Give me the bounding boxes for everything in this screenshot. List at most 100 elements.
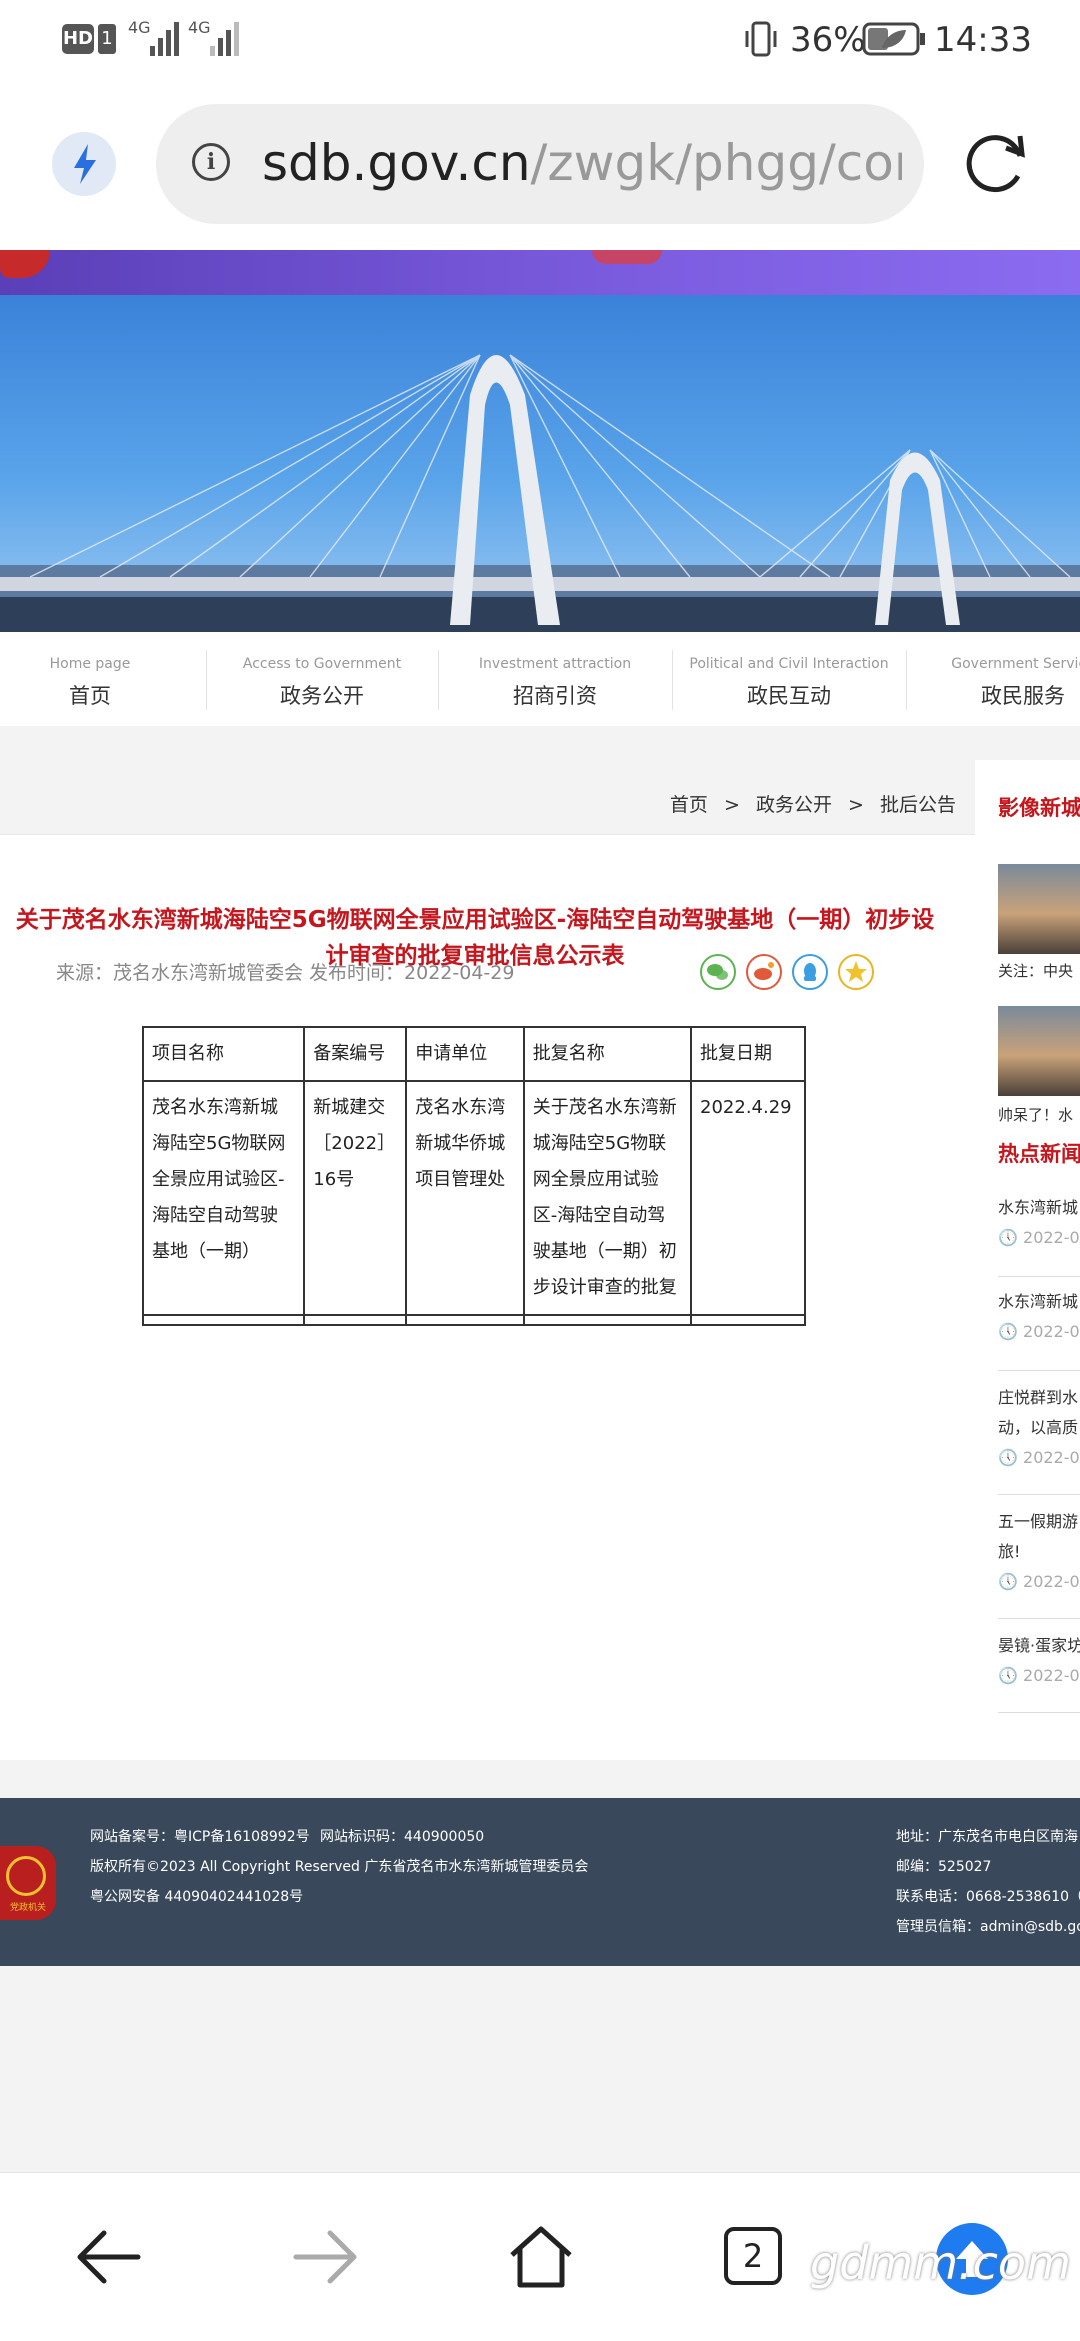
- url-text[interactable]: sdb.gov.cn/zwgk/phgg/conter: [262, 134, 902, 192]
- news-date: 🕔 2022-0: [998, 1223, 1080, 1253]
- clock-icon: 🕔: [998, 1666, 1018, 1685]
- logo-partial: [592, 250, 662, 264]
- emblem-text: 党政机关: [9, 1903, 46, 1913]
- nav-investment[interactable]: Investment attraction 招商引资: [438, 632, 672, 726]
- news-date-text: 2022-0: [1023, 1666, 1080, 1685]
- nav-service-en: Government Service: [951, 656, 1080, 672]
- breadcrumb: 首页 > 政务公开 > 批后公告: [670, 790, 956, 817]
- table-cell-applicant: 茂名水东湾新城华侨城项目管理处: [405, 1080, 525, 1316]
- nav-gov-affairs[interactable]: Access to Government 政务公开: [206, 632, 438, 726]
- news-date-text: 2022-0: [1023, 1322, 1080, 1341]
- footer-address: 地址：广东茂名市电白区南海: [896, 1829, 1078, 1845]
- news-item[interactable]: 水东湾新城 🕔 2022-0: [998, 1287, 1080, 1347]
- footer-postcode: 邮编：525027: [896, 1859, 992, 1875]
- table-header: 批复名称: [522, 1026, 693, 1082]
- site-header-strip: [0, 250, 1080, 295]
- nav-service[interactable]: Government Service 政民服务: [906, 632, 1080, 726]
- nav-investment-en: Investment attraction: [478, 656, 632, 672]
- url-path: /zwgk/phgg/conter: [530, 134, 902, 192]
- reload-icon[interactable]: [958, 126, 1034, 202]
- divider: [998, 1494, 1080, 1495]
- news-title: 晏镜·蛋家坊: [998, 1636, 1080, 1655]
- image-thumbnail[interactable]: [998, 1006, 1080, 1096]
- footer-email[interactable]: 管理员信箱：admin@sdb.gov: [896, 1916, 1080, 1936]
- news-date-text: 2022-0: [1023, 1572, 1080, 1591]
- sidebar-image-title: 影像新城: [998, 796, 1080, 820]
- network-type-2: 4G: [188, 18, 211, 37]
- article-meta: 来源：茂名水东湾新城管委会 发布时间：2022-04-29: [56, 962, 515, 984]
- status-bar: HD 1 4G 4G 36% 14:33: [0, 0, 1080, 80]
- bridge-illustration: [0, 354, 1080, 632]
- breadcrumb-separator: >: [848, 794, 864, 816]
- bolt-icon[interactable]: [52, 132, 116, 196]
- divider: [998, 1618, 1080, 1619]
- nav-interaction-en: Political and Civil Interaction: [689, 656, 889, 672]
- battery-percent: 36%: [790, 20, 866, 60]
- news-date-text: 2022-0: [1023, 1228, 1080, 1247]
- approval-info-table: 项目名称 备案编号 申请单位 批复名称 批复日期 茂名水东湾新城海陆空5G物联网…: [141, 1026, 806, 1326]
- news-title: 庄悦群到水: [998, 1388, 1079, 1407]
- breadcrumb-separator: >: [723, 794, 740, 816]
- nav-interaction[interactable]: Political and Civil Interaction 政民互动: [672, 632, 906, 726]
- clock-icon: 🕔: [998, 1448, 1018, 1467]
- news-item[interactable]: 五一假期游 旅! 🕔 2022-0: [998, 1507, 1080, 1597]
- breadcrumb-current[interactable]: 批后公告: [880, 794, 956, 816]
- image-caption[interactable]: 关注：中央: [998, 960, 1073, 981]
- weibo-share-icon[interactable]: [746, 954, 782, 990]
- main-nav: Home page 首页 Access to Government 政务公开 I…: [0, 632, 1080, 726]
- table-cell-date: 2022.4.29: [690, 1080, 806, 1316]
- sidebar: 影像新城 关注：中央 帅呆了！水 热点新闻 水东湾新城 🕔 2022-0 水东湾…: [975, 760, 1080, 1760]
- divider: [998, 1712, 1080, 1713]
- clock: 14:33: [934, 20, 1032, 60]
- breadcrumb-section[interactable]: 政务公开: [756, 794, 832, 816]
- site-footer: 网站备案号：粤ICP备16108992号 网站标识码：440900050 版权所…: [0, 1798, 1080, 1966]
- image-thumbnail[interactable]: [998, 864, 1080, 954]
- gov-emblem[interactable]: 党政机关: [0, 1846, 56, 1920]
- hd-badge: HD: [62, 24, 94, 54]
- site-id: 网站标识码：440900050: [320, 1829, 485, 1845]
- forward-arrow-icon[interactable]: [290, 2225, 360, 2289]
- copyright: 版权所有©2023 All Copyright Reserved 广东省茂名市水…: [90, 1859, 589, 1875]
- nav-gov-affairs-cn: 政务公开: [280, 684, 364, 708]
- table-header: 备案编号: [303, 1026, 408, 1082]
- wechat-share-icon[interactable]: [700, 954, 736, 990]
- news-item[interactable]: 水东湾新城 🕔 2022-0: [998, 1193, 1080, 1253]
- image-caption[interactable]: 帅呆了！水: [998, 1104, 1073, 1125]
- favorite-star-icon[interactable]: [838, 954, 874, 990]
- news-title-line2: 动，以高质: [998, 1418, 1079, 1437]
- network-type-1: 4G: [128, 18, 151, 37]
- nav-home-en: Home page: [49, 656, 131, 672]
- back-arrow-icon[interactable]: [74, 2225, 144, 2289]
- divider: [998, 1370, 1080, 1371]
- info-icon[interactable]: i: [192, 143, 230, 181]
- watermark: gdmm.com: [810, 2236, 1071, 2290]
- icp-record[interactable]: 网站备案号：粤ICP备16108992号: [90, 1826, 310, 1846]
- news-title: 五一假期游: [998, 1512, 1079, 1531]
- table-header: 批复日期: [690, 1026, 806, 1082]
- party-emblem: [0, 250, 50, 278]
- table-cell-approval-name: 关于茂名水东湾新城海陆空5G物联网全景应用试验区-海陆空自动驾驶基地（一期）初步…: [522, 1080, 693, 1316]
- table-row: 茂名水东湾新城海陆空5G物联网全景应用试验区-海陆空自动驾驶基地（一期） 新城建…: [141, 1080, 806, 1316]
- table-empty-row: [141, 1314, 806, 1326]
- news-title: 水东湾新城: [998, 1292, 1079, 1311]
- nav-gov-affairs-en: Access to Government: [242, 656, 402, 672]
- home-icon[interactable]: [506, 2221, 576, 2291]
- news-item[interactable]: 晏镜·蛋家坊 🕔 2022-0: [998, 1631, 1080, 1691]
- signal-icon: [210, 20, 240, 56]
- table-cell-project: 茂名水东湾新城海陆空5G物联网全景应用试验区-海陆空自动驾驶基地（一期）: [141, 1080, 306, 1316]
- nav-home[interactable]: Home page 首页: [0, 632, 180, 726]
- news-date: 🕔 2022-0: [998, 1443, 1080, 1473]
- divider: [998, 1276, 1080, 1277]
- nav-service-cn: 政民服务: [981, 684, 1065, 708]
- url-host: sdb.gov.cn: [262, 134, 531, 192]
- news-title-line2: 旅!: [998, 1542, 1021, 1561]
- tabs-button[interactable]: 2: [724, 2227, 782, 2285]
- police-record[interactable]: 粤公网安备 44090402441028号: [90, 1886, 303, 1906]
- breadcrumb-home[interactable]: 首页: [670, 794, 708, 816]
- banner-image: [0, 295, 1080, 632]
- table-header-row: 项目名称 备案编号 申请单位 批复名称 批复日期: [141, 1026, 806, 1082]
- qq-share-icon[interactable]: [792, 954, 828, 990]
- vibrate-icon: [745, 21, 777, 57]
- news-date: 🕔 2022-0: [998, 1317, 1080, 1347]
- news-item[interactable]: 庄悦群到水 动，以高质 🕔 2022-0: [998, 1383, 1080, 1473]
